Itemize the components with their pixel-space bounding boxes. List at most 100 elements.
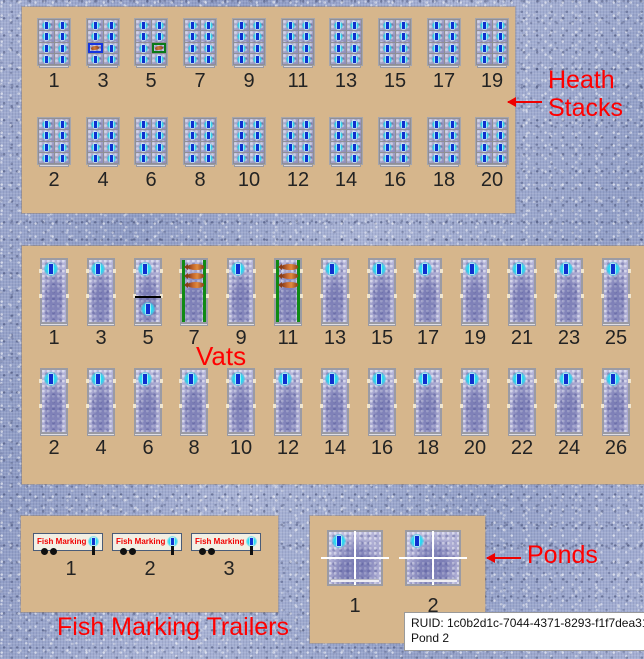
heath-stack-11[interactable] [281,18,315,68]
heath-cell-7-4-2[interactable] [200,53,215,64]
heath-cell-15-1-1[interactable] [380,20,395,31]
heath-cell-18-4-2[interactable] [444,152,459,163]
heath-cell-11-1-1[interactable] [283,20,298,31]
heath-cell-14-3-2[interactable] [346,141,361,152]
vat-2[interactable] [39,368,69,436]
vat-24[interactable] [554,368,584,436]
heath-cell-4-2-2[interactable] [103,130,118,141]
heath-cell-18-3-2[interactable] [444,141,459,152]
heath-cell-12-2-2[interactable] [298,130,313,141]
heath-cell-18-1-1[interactable] [429,119,444,130]
heath-cell-10-4-2[interactable] [249,152,264,163]
heath-cell-2-4-1[interactable] [39,152,54,163]
heath-cell-16-4-1[interactable] [380,152,395,163]
heath-cell-16-2-1[interactable] [380,130,395,141]
vat-12[interactable] [273,368,303,436]
heath-cell-20-1-2[interactable] [492,119,507,130]
heath-cell-6-1-1[interactable] [136,119,151,130]
vat-7[interactable] [179,258,209,326]
heath-cell-16-2-2[interactable] [395,130,410,141]
heath-cell-2-2-2[interactable] [54,130,69,141]
heath-cell-5-3-2[interactable] [151,42,166,53]
heath-cell-7-2-2[interactable] [200,31,215,42]
vat-4[interactable] [86,368,116,436]
heath-cell-1-1-2[interactable] [54,20,69,31]
heath-cell-14-4-2[interactable] [346,152,361,163]
heath-cell-5-4-1[interactable] [136,53,151,64]
vat-26[interactable] [601,368,631,436]
heath-cell-6-3-2[interactable] [151,141,166,152]
vat-17[interactable] [413,258,443,326]
heath-cell-18-3-1[interactable] [429,141,444,152]
heath-cell-9-2-2[interactable] [249,31,264,42]
pond-2[interactable] [399,530,467,586]
heath-cell-18-1-2[interactable] [444,119,459,130]
heath-cell-12-1-1[interactable] [283,119,298,130]
heath-cell-17-2-2[interactable] [444,31,459,42]
heath-cell-8-3-1[interactable] [185,141,200,152]
heath-cell-11-3-2[interactable] [298,42,313,53]
heath-cell-18-2-2[interactable] [444,130,459,141]
heath-cell-7-1-1[interactable] [185,20,200,31]
heath-cell-17-4-1[interactable] [429,53,444,64]
heath-cell-13-2-1[interactable] [331,31,346,42]
heath-cell-15-2-1[interactable] [380,31,395,42]
heath-cell-3-2-1[interactable] [88,31,103,42]
heath-cell-3-4-2[interactable] [103,53,118,64]
heath-cell-8-3-2[interactable] [200,141,215,152]
heath-cell-5-4-2[interactable] [151,53,166,64]
heath-cell-4-2-1[interactable] [88,130,103,141]
vat-10[interactable] [226,368,256,436]
heath-stack-16[interactable] [378,117,412,167]
heath-cell-9-3-1[interactable] [234,42,249,53]
heath-cell-4-4-1[interactable] [88,152,103,163]
heath-cell-13-3-1[interactable] [331,42,346,53]
heath-cell-1-2-2[interactable] [54,31,69,42]
vat-22[interactable] [507,368,537,436]
heath-cell-17-3-1[interactable] [429,42,444,53]
heath-cell-17-4-2[interactable] [444,53,459,64]
heath-cell-2-1-1[interactable] [39,119,54,130]
heath-cell-9-2-1[interactable] [234,31,249,42]
heath-cell-11-2-2[interactable] [298,31,313,42]
heath-cell-19-1-1[interactable] [477,20,492,31]
heath-stack-14[interactable] [329,117,363,167]
heath-cell-9-4-1[interactable] [234,53,249,64]
heath-cell-20-4-1[interactable] [477,152,492,163]
heath-cell-4-1-2[interactable] [103,119,118,130]
heath-cell-6-2-1[interactable] [136,130,151,141]
heath-cell-2-2-1[interactable] [39,130,54,141]
vat-16[interactable] [367,368,397,436]
heath-cell-2-4-2[interactable] [54,152,69,163]
heath-cell-9-1-2[interactable] [249,20,264,31]
heath-cell-9-4-2[interactable] [249,53,264,64]
heath-cell-11-2-1[interactable] [283,31,298,42]
heath-cell-4-3-1[interactable] [88,141,103,152]
heath-stack-7[interactable] [183,18,217,68]
heath-cell-19-4-2[interactable] [492,53,507,64]
heath-cell-3-1-2[interactable] [103,20,118,31]
heath-cell-5-2-2[interactable] [151,31,166,42]
heath-cell-3-3-1[interactable] [88,42,103,53]
heath-cell-11-1-2[interactable] [298,20,313,31]
heath-cell-6-2-2[interactable] [151,130,166,141]
heath-cell-8-2-2[interactable] [200,130,215,141]
heath-cell-14-1-1[interactable] [331,119,346,130]
heath-stack-5[interactable] [134,18,168,68]
vat-19[interactable] [460,258,490,326]
heath-cell-10-2-1[interactable] [234,130,249,141]
vat-18[interactable] [413,368,443,436]
heath-cell-20-1-1[interactable] [477,119,492,130]
vat-9[interactable] [226,258,256,326]
heath-cell-9-3-2[interactable] [249,42,264,53]
heath-cell-16-3-1[interactable] [380,141,395,152]
heath-cell-5-1-2[interactable] [151,20,166,31]
heath-cell-5-1-1[interactable] [136,20,151,31]
heath-cell-10-3-2[interactable] [249,141,264,152]
heath-cell-8-4-1[interactable] [185,152,200,163]
heath-cell-1-4-2[interactable] [54,53,69,64]
heath-cell-6-1-2[interactable] [151,119,166,130]
vat-21[interactable] [507,258,537,326]
heath-cell-3-4-1[interactable] [88,53,103,64]
heath-cell-1-3-1[interactable] [39,42,54,53]
